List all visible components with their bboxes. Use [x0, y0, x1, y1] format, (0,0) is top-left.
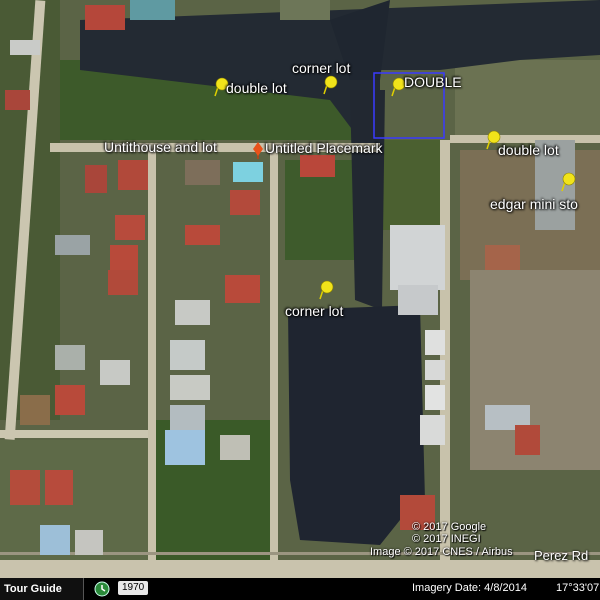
imagery-date: Imagery Date: 4/8/2014	[412, 582, 527, 594]
placemark-label-corner-lot[interactable]: corner lot	[292, 61, 350, 75]
map-attribution-inegi: © 2017 INEGI	[412, 533, 481, 545]
map-attribution-cnes: Image © 2017 CNES / Airbus	[370, 546, 513, 558]
red-pushpin-icon[interactable]	[250, 140, 266, 160]
pushpin-icon[interactable]	[322, 75, 338, 95]
pushpin-icon[interactable]	[318, 280, 334, 300]
coordinates-readout: 17°33'07	[556, 582, 600, 594]
placemark-label-untithouse[interactable]: Untithouse and lot	[104, 140, 217, 154]
placemark-label-double-lot[interactable]: double lot	[226, 81, 287, 95]
historical-year-badge[interactable]: 1970	[118, 581, 149, 595]
placemark-label-double-lot-2[interactable]: double lot	[498, 143, 559, 157]
road-label: Perez Rd	[534, 548, 589, 563]
placemark-label-double[interactable]: DOUBLE	[404, 75, 462, 89]
placemark-label-untitled[interactable]: Untitled Placemark	[265, 141, 383, 155]
placemark-label-corner-lot-2[interactable]: corner lot	[285, 304, 343, 318]
tour-guide-button[interactable]: Tour Guide	[0, 578, 84, 600]
map-attribution-google: © 2017 Google	[412, 521, 487, 533]
satellite-map[interactable]: double lot corner lot DOUBLE double lot …	[0, 0, 600, 578]
historical-imagery-icon[interactable]	[94, 581, 110, 597]
status-bar: Tour Guide 1970 Imagery Date: 4/8/2014 1…	[0, 578, 600, 600]
satellite-imagery	[0, 0, 600, 578]
pushpin-icon[interactable]	[560, 172, 576, 192]
placemark-label-edgar[interactable]: edgar mini sto	[490, 197, 578, 211]
